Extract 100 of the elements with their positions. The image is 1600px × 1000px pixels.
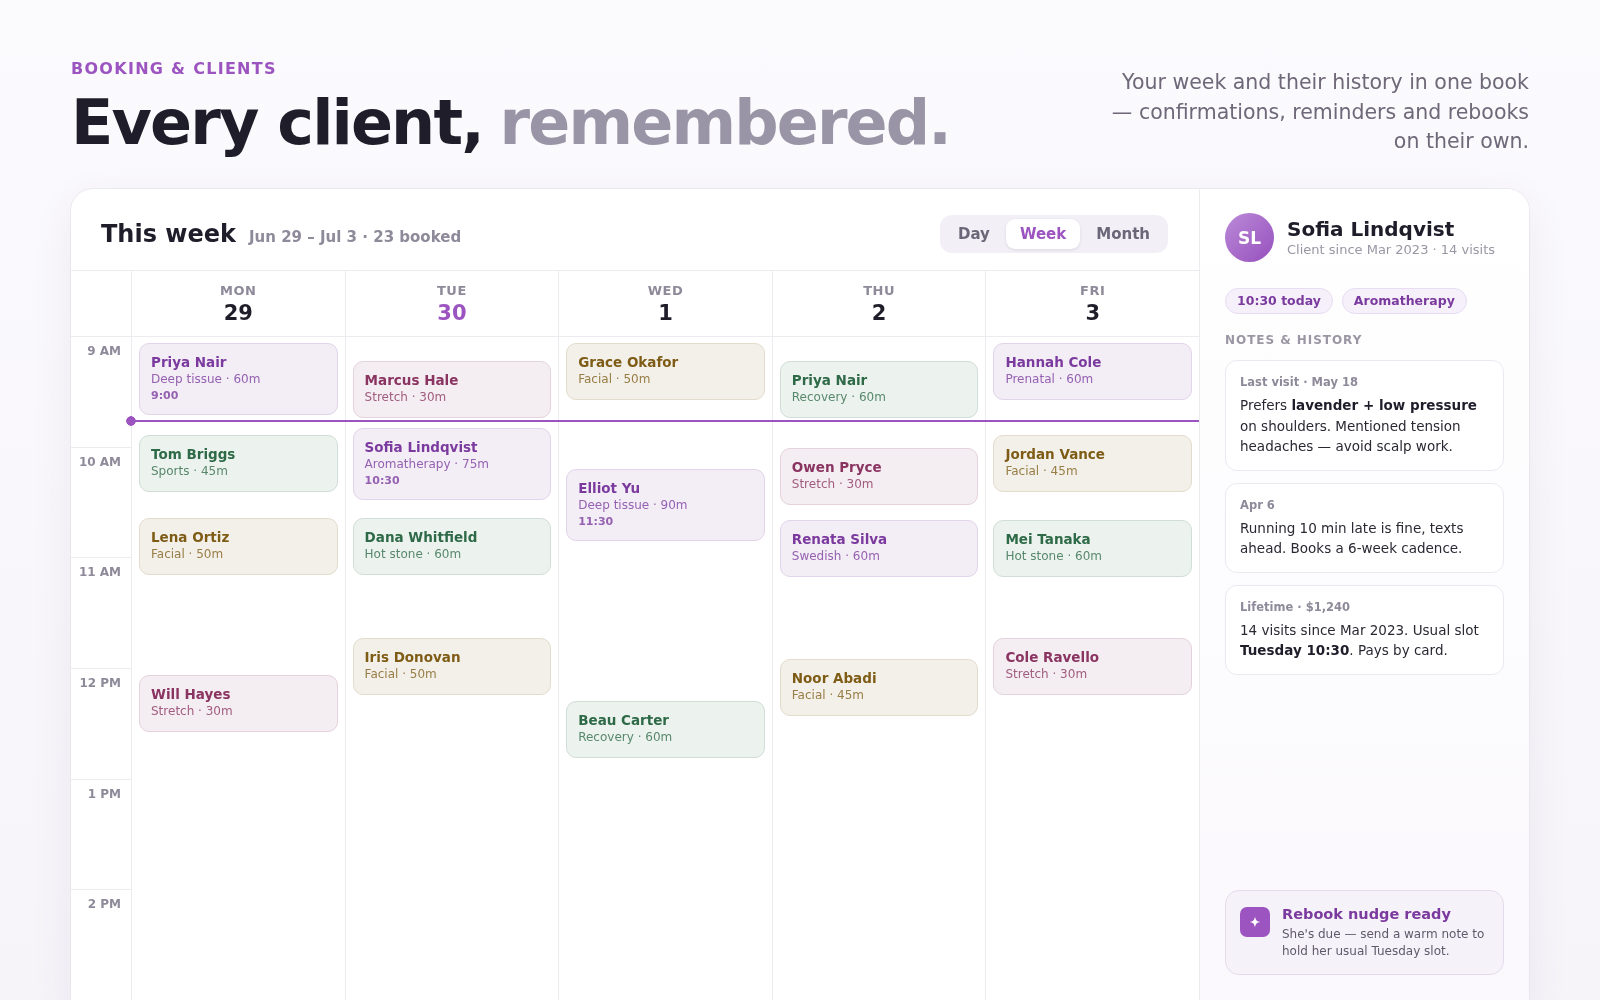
appointment-card[interactable]: Hannah Cole Prenatal · 60m xyxy=(993,343,1192,400)
appointment-card[interactable]: Noor Abadi Facial · 45m xyxy=(779,658,979,716)
client-name: Beau Carter xyxy=(578,710,670,729)
client-name: Cole Ravello xyxy=(1005,648,1101,667)
day-number: 2 xyxy=(871,300,887,327)
client-name: Hannah Cole xyxy=(1005,353,1103,371)
hour-label: 9 AM xyxy=(87,344,121,359)
view-tab[interactable]: Week xyxy=(1005,219,1081,249)
section-heading: NOTES & HISTORY xyxy=(1225,333,1364,348)
day-number: 29 xyxy=(223,300,253,327)
appointment-card[interactable]: Renata Silva Swedish · 60m xyxy=(779,520,979,578)
note-text: 14 visits since Mar 2023. Usual slot Tuesday 10:30. Pays by card. xyxy=(1240,620,1480,660)
client-name: Sofia Lindqvist xyxy=(1287,217,1456,241)
client-name: Tom Briggs xyxy=(151,445,237,464)
nudge-title: Rebook nudge ready xyxy=(1282,905,1452,923)
client-meta: Client since Mar 2023 · 14 visits xyxy=(1287,241,1496,258)
day-number: 30 xyxy=(437,300,467,327)
tag-chip: 10:30 today xyxy=(1225,288,1333,314)
appointment-card[interactable]: Sofia Lindqvist Aromatherapy · 75m 10:30 xyxy=(352,427,552,500)
service-detail: Stretch · 30m xyxy=(1005,666,1089,684)
appointment-card[interactable]: Jordan Vance Facial · 45m xyxy=(993,435,1192,493)
client-name: Iris Donovan xyxy=(364,648,462,667)
client-name: Priya Nair xyxy=(791,371,869,390)
eyebrow-label: BOOKING & CLIENTS xyxy=(71,59,278,79)
client-name: Priya Nair xyxy=(151,353,228,371)
start-time: 11:30 xyxy=(578,513,615,529)
hour-label: 1 PM xyxy=(87,786,121,802)
service-detail: Facial · 45m xyxy=(791,686,865,704)
start-time: 10:30 xyxy=(364,472,401,488)
service-detail: Hot stone · 60m xyxy=(1005,548,1103,566)
day-label: TUE xyxy=(436,283,467,299)
appointment-card[interactable]: Mei Tanaka Hot stone · 60m xyxy=(993,520,1192,578)
headline-accent: remembered. xyxy=(499,89,950,157)
client-name: Marcus Hale xyxy=(364,371,460,390)
nudge-text: She's due — send a warm note to hold her usual Tuesday slot. xyxy=(1282,926,1486,959)
sparkle-icon xyxy=(1240,907,1270,937)
service-detail: Deep tissue · 60m xyxy=(151,371,262,388)
start-time: 9:00 xyxy=(151,388,180,403)
appointment-card[interactable]: Beau Carter Recovery · 60m xyxy=(566,700,765,758)
client-name: Owen Pryce xyxy=(791,458,883,477)
client-name: Elliot Yu xyxy=(578,478,642,497)
hour-label: 11 AM xyxy=(78,565,121,581)
appointment-card[interactable]: Priya Nair Recovery · 60m xyxy=(779,361,979,419)
day-number: 3 xyxy=(1085,300,1100,327)
service-detail: Facial · 50m xyxy=(578,371,652,388)
note-label: Apr 6 xyxy=(1240,496,1276,513)
service-detail: Sports · 45m xyxy=(151,463,229,481)
appointment-card[interactable]: Will Hayes Stretch · 30m xyxy=(139,675,338,733)
client-name: Grace Okafor xyxy=(578,353,680,371)
hour-label: 2 PM xyxy=(87,897,121,913)
appointment-card[interactable]: Iris Donovan Facial · 50m xyxy=(352,638,552,696)
hour-label: 12 PM xyxy=(79,676,121,692)
service-detail: Facial · 45m xyxy=(1005,463,1079,481)
appointment-card[interactable]: Dana Whitfield Hot stone · 60m xyxy=(352,518,552,576)
appointment-card[interactable]: Cole Ravello Stretch · 30m xyxy=(993,638,1192,696)
client-name: Renata Silva xyxy=(791,530,889,549)
note-label: Last visit · May 18 xyxy=(1240,374,1359,390)
avatar: SL xyxy=(1225,213,1274,262)
service-detail: Facial · 50m xyxy=(151,546,225,564)
appointment-card[interactable]: Priya Nair Deep tissue · 60m 9:00 xyxy=(139,343,338,415)
service-detail: Recovery · 60m xyxy=(578,728,674,746)
day-label: FRI xyxy=(1080,283,1106,299)
note-label: Lifetime · $1,240 xyxy=(1240,598,1352,615)
hour-label: 10 AM xyxy=(78,454,121,470)
service-detail: Hot stone · 60m xyxy=(364,546,463,564)
appointment-card[interactable]: Tom Briggs Sports · 45m xyxy=(139,435,338,493)
client-name: Lena Ortiz xyxy=(151,528,231,547)
service-detail: Swedish · 60m xyxy=(791,548,881,566)
client-name: Noor Abadi xyxy=(791,668,878,687)
service-detail: Recovery · 60m xyxy=(791,389,887,407)
day-label: WED xyxy=(647,283,684,299)
appointment-card[interactable]: Elliot Yu Deep tissue · 90m 11:30 xyxy=(566,468,765,541)
week-summary: Jun 29 – Jul 3 · 23 booked xyxy=(249,228,462,246)
tagline: Your week and their history in one book — confirmations, reminders and rebooks on their own. xyxy=(1110,69,1529,155)
service-detail: Aromatherapy · 75m xyxy=(364,455,490,473)
service-detail: Deep tissue · 90m xyxy=(578,496,689,514)
service-detail: Stretch · 30m xyxy=(364,389,448,407)
service-detail: Stretch · 30m xyxy=(791,476,875,494)
appointment-card[interactable]: Grace Okafor Facial · 50m xyxy=(566,343,765,400)
service-detail: Facial · 50m xyxy=(364,666,438,684)
appointment-card[interactable]: Owen Pryce Stretch · 30m xyxy=(779,448,979,506)
view-tab[interactable]: Month xyxy=(1082,219,1164,249)
note-text: Running 10 min late is fine, texts ahead. Books a 6-week cadence. xyxy=(1240,518,1465,558)
service-detail: Prenatal · 60m xyxy=(1005,371,1095,388)
day-label: THU xyxy=(863,283,896,299)
client-name: Jordan Vance xyxy=(1005,445,1107,464)
client-name: Dana Whitfield xyxy=(364,528,479,547)
appointment-card[interactable]: Lena Ortiz Facial · 50m xyxy=(139,518,338,576)
service-detail: Stretch · 30m xyxy=(151,703,234,721)
day-label: MON xyxy=(220,283,257,299)
appointment-card[interactable]: Marcus Hale Stretch · 30m xyxy=(352,361,552,419)
client-name: Sofia Lindqvist xyxy=(364,437,479,456)
view-tab[interactable]: Day xyxy=(944,219,1004,249)
calendar-title: This week xyxy=(101,220,236,248)
headline: Every client, xyxy=(71,89,483,157)
client-name: Mei Tanaka xyxy=(1005,530,1092,549)
client-name: Will Hayes xyxy=(151,685,232,704)
day-number: 1 xyxy=(658,300,673,327)
tag-chip: Aromatherapy xyxy=(1341,288,1467,314)
note-text: Prefers lavender + low pressure on shoulders. Mentioned tension headaches — avoid scalp work. xyxy=(1240,396,1478,456)
